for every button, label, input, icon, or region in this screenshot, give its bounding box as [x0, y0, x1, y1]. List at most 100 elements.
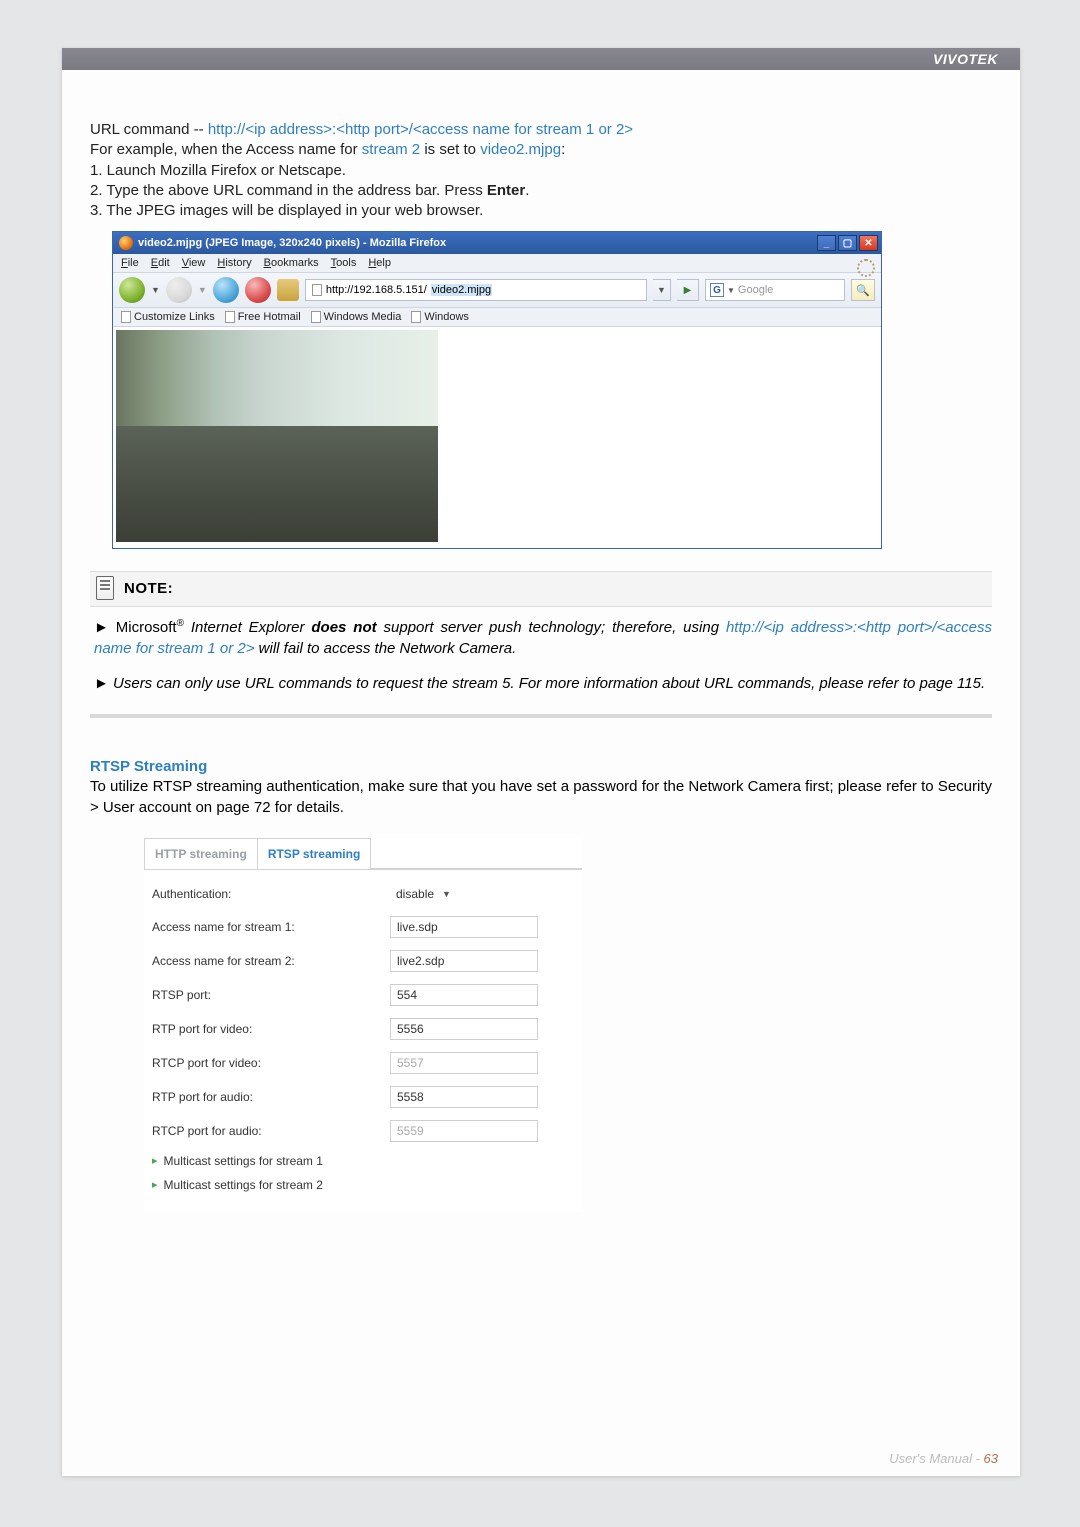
row-rtcp-audio: RTCP port for audio:: [152, 1120, 574, 1142]
menubar: File Edit View History Bookmarks Tools H…: [113, 254, 881, 273]
menu-help[interactable]: Help: [368, 257, 391, 269]
rtsp-heading: RTSP Streaming: [90, 758, 992, 775]
footer: User's Manual - 63: [889, 1451, 998, 1466]
bookmarks-toolbar: Customize Links Free Hotmail Windows Med…: [113, 308, 881, 327]
multicast-stream2-expander[interactable]: ▸ Multicast settings for stream 2: [152, 1178, 574, 1192]
menu-view[interactable]: View: [182, 257, 206, 269]
label: Access name for stream 1:: [152, 920, 390, 934]
tabs: HTTP streaming RTSP streaming: [144, 838, 582, 870]
footer-label: User's Manual -: [889, 1451, 983, 1466]
example-value: video2.mjpg: [480, 141, 561, 158]
page-number: 63: [984, 1451, 998, 1466]
menu-bookmarks[interactable]: Bookmarks: [264, 257, 319, 269]
text: 2. Type the above URL command in the add…: [90, 182, 487, 199]
label: RTCP port for video:: [152, 1056, 390, 1070]
maximize-button[interactable]: ▢: [838, 235, 857, 251]
text: :: [561, 141, 565, 158]
brand-label: VIVOTEK: [933, 51, 998, 67]
close-button[interactable]: ✕: [859, 235, 878, 251]
menu-file[interactable]: File: [121, 257, 139, 269]
header-bar: VIVOTEK: [62, 48, 1020, 70]
search-box[interactable]: G▼ Google: [705, 279, 845, 301]
expand-icon: ▸: [152, 1178, 158, 1191]
bookmark-icon: [311, 311, 321, 323]
address-prefix: http://192.168.5.151/: [326, 284, 427, 296]
rtcp-video-port-input[interactable]: [390, 1052, 538, 1074]
back-button[interactable]: [119, 277, 145, 303]
emphasis: does not: [311, 619, 376, 636]
url-template: http://<ip address>:<http port>/<access …: [208, 121, 633, 138]
stream-label: stream 2: [362, 141, 420, 158]
note-2: ► Users can only use URL commands to req…: [94, 673, 992, 694]
authentication-select[interactable]: disable: [390, 884, 457, 904]
label: RTP port for video:: [152, 1022, 390, 1036]
stream-image: [116, 330, 438, 542]
row-rtp-audio: RTP port for audio:: [152, 1086, 574, 1108]
label: RTSP port:: [152, 988, 390, 1002]
multicast-stream1-expander[interactable]: ▸ Multicast settings for stream 1: [152, 1154, 574, 1168]
note-icon: [96, 576, 114, 600]
rtp-video-port-input[interactable]: [390, 1018, 538, 1040]
window-buttons: _ ▢ ✕: [817, 235, 881, 251]
label: RTCP port for audio:: [152, 1124, 390, 1138]
row-rtcp-video: RTCP port for video:: [152, 1052, 574, 1074]
row-rtsp-port: RTSP port:: [152, 984, 574, 1006]
expander-label: Multicast settings for stream 2: [164, 1178, 323, 1192]
stream2-name-input[interactable]: [390, 950, 538, 972]
bookmark-label: Customize Links: [134, 311, 215, 323]
note-title: NOTE:: [124, 580, 173, 597]
forward-dropdown-icon[interactable]: ▼: [198, 285, 207, 295]
bookmark-item[interactable]: Customize Links: [121, 311, 215, 323]
stream1-name-input[interactable]: [390, 916, 538, 938]
page-icon: [312, 284, 322, 296]
row-stream2-name: Access name for stream 2:: [152, 950, 574, 972]
forward-button[interactable]: [166, 277, 192, 303]
bookmark-item[interactable]: Windows Media: [311, 311, 402, 323]
bookmark-item[interactable]: Windows: [411, 311, 469, 323]
step-3: 3. The JPEG images will be displayed in …: [90, 201, 992, 221]
content: URL command -- http://<ip address>:<http…: [90, 120, 992, 1212]
rtsp-port-input[interactable]: [390, 984, 538, 1006]
titlebar: video2.mjpg (JPEG Image, 320x240 pixels)…: [113, 232, 881, 254]
enter-key: Enter: [487, 182, 525, 199]
text: For example, when the Access name for: [90, 141, 362, 158]
go-button[interactable]: ▶: [677, 279, 699, 301]
rtp-audio-port-input[interactable]: [390, 1086, 538, 1108]
window-title: video2.mjpg (JPEG Image, 320x240 pixels)…: [138, 237, 446, 249]
expand-icon: ▸: [152, 1154, 158, 1167]
search-go-button[interactable]: 🔍: [851, 279, 875, 301]
note-header: NOTE:: [90, 571, 992, 607]
text: .: [525, 182, 529, 199]
note-1: ► Microsoft® Internet Explorer does not …: [94, 617, 992, 659]
home-button[interactable]: [277, 279, 299, 301]
address-bar[interactable]: http://192.168.5.151/video2.mjpg: [305, 279, 647, 301]
back-dropdown-icon[interactable]: ▼: [151, 285, 160, 295]
registered-symbol: ®: [177, 618, 184, 629]
bookmark-icon: [411, 311, 421, 323]
tab-http-streaming[interactable]: HTTP streaming: [144, 838, 257, 869]
toolbar: ▼ ▼ http://192.168.5.151/video2.mjpg ▼ ▶…: [113, 273, 881, 308]
bookmark-item[interactable]: Free Hotmail: [225, 311, 301, 323]
menu-history[interactable]: History: [217, 257, 251, 269]
address-dropdown[interactable]: ▼: [653, 279, 671, 301]
page: VIVOTEK URL command -- http://<ip addres…: [62, 48, 1020, 1476]
menu-tools[interactable]: Tools: [331, 257, 357, 269]
address-highlight: video2.mjpg: [431, 284, 492, 296]
firefox-window: video2.mjpg (JPEG Image, 320x240 pixels)…: [112, 231, 882, 549]
stop-button[interactable]: [245, 277, 271, 303]
google-icon: G: [710, 283, 724, 297]
rtcp-audio-port-input[interactable]: [390, 1120, 538, 1142]
text: support server push technology; therefor…: [377, 619, 726, 636]
bookmark-icon: [121, 311, 131, 323]
text: will fail to access the Network Camera.: [255, 640, 517, 657]
minimize-button[interactable]: _: [817, 235, 836, 251]
menu-edit[interactable]: Edit: [151, 257, 170, 269]
reload-button[interactable]: [213, 277, 239, 303]
label: Access name for stream 2:: [152, 954, 390, 968]
divider: [90, 714, 992, 718]
browser-viewport: [113, 330, 881, 548]
search-engine-dropdown-icon[interactable]: ▼: [727, 286, 735, 295]
bookmark-label: Free Hotmail: [238, 311, 301, 323]
tab-rtsp-streaming[interactable]: RTSP streaming: [257, 838, 371, 869]
row-authentication: Authentication: disable: [152, 884, 574, 904]
